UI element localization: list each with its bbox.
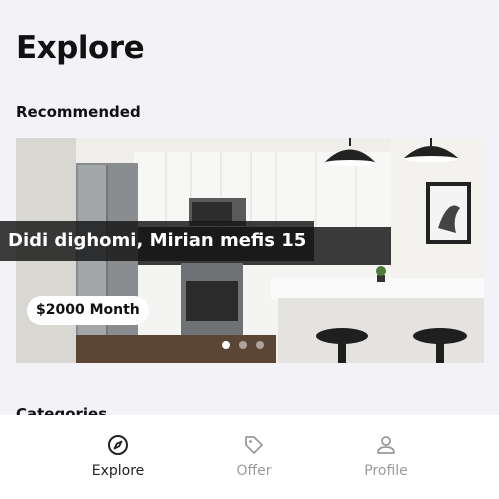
tab-explore[interactable]: Explore (68, 433, 168, 479)
compass-icon (106, 433, 130, 457)
carousel-dot[interactable] (239, 341, 247, 349)
person-icon (374, 433, 398, 457)
section-title-next: Categories (16, 405, 108, 415)
tag-icon (242, 433, 266, 457)
carousel-dot[interactable] (256, 341, 264, 349)
carousel-indicator[interactable] (222, 341, 264, 349)
carousel-dot[interactable] (222, 341, 230, 349)
tab-profile-label: Profile (364, 463, 408, 479)
page-title: Explore (16, 30, 145, 66)
tab-offer[interactable]: Offer (204, 433, 304, 479)
section-title-recommended: Recommended (16, 103, 141, 121)
bottom-tab-bar: Explore Offer Profile (0, 415, 499, 499)
listing-address: Didi dighomi, Mirian mefis 15 (0, 221, 315, 261)
tab-explore-label: Explore (91, 463, 145, 479)
tab-profile[interactable]: Profile (336, 433, 436, 479)
tab-offer-label: Offer (236, 463, 272, 479)
price-badge: $2000 Month (27, 296, 149, 325)
